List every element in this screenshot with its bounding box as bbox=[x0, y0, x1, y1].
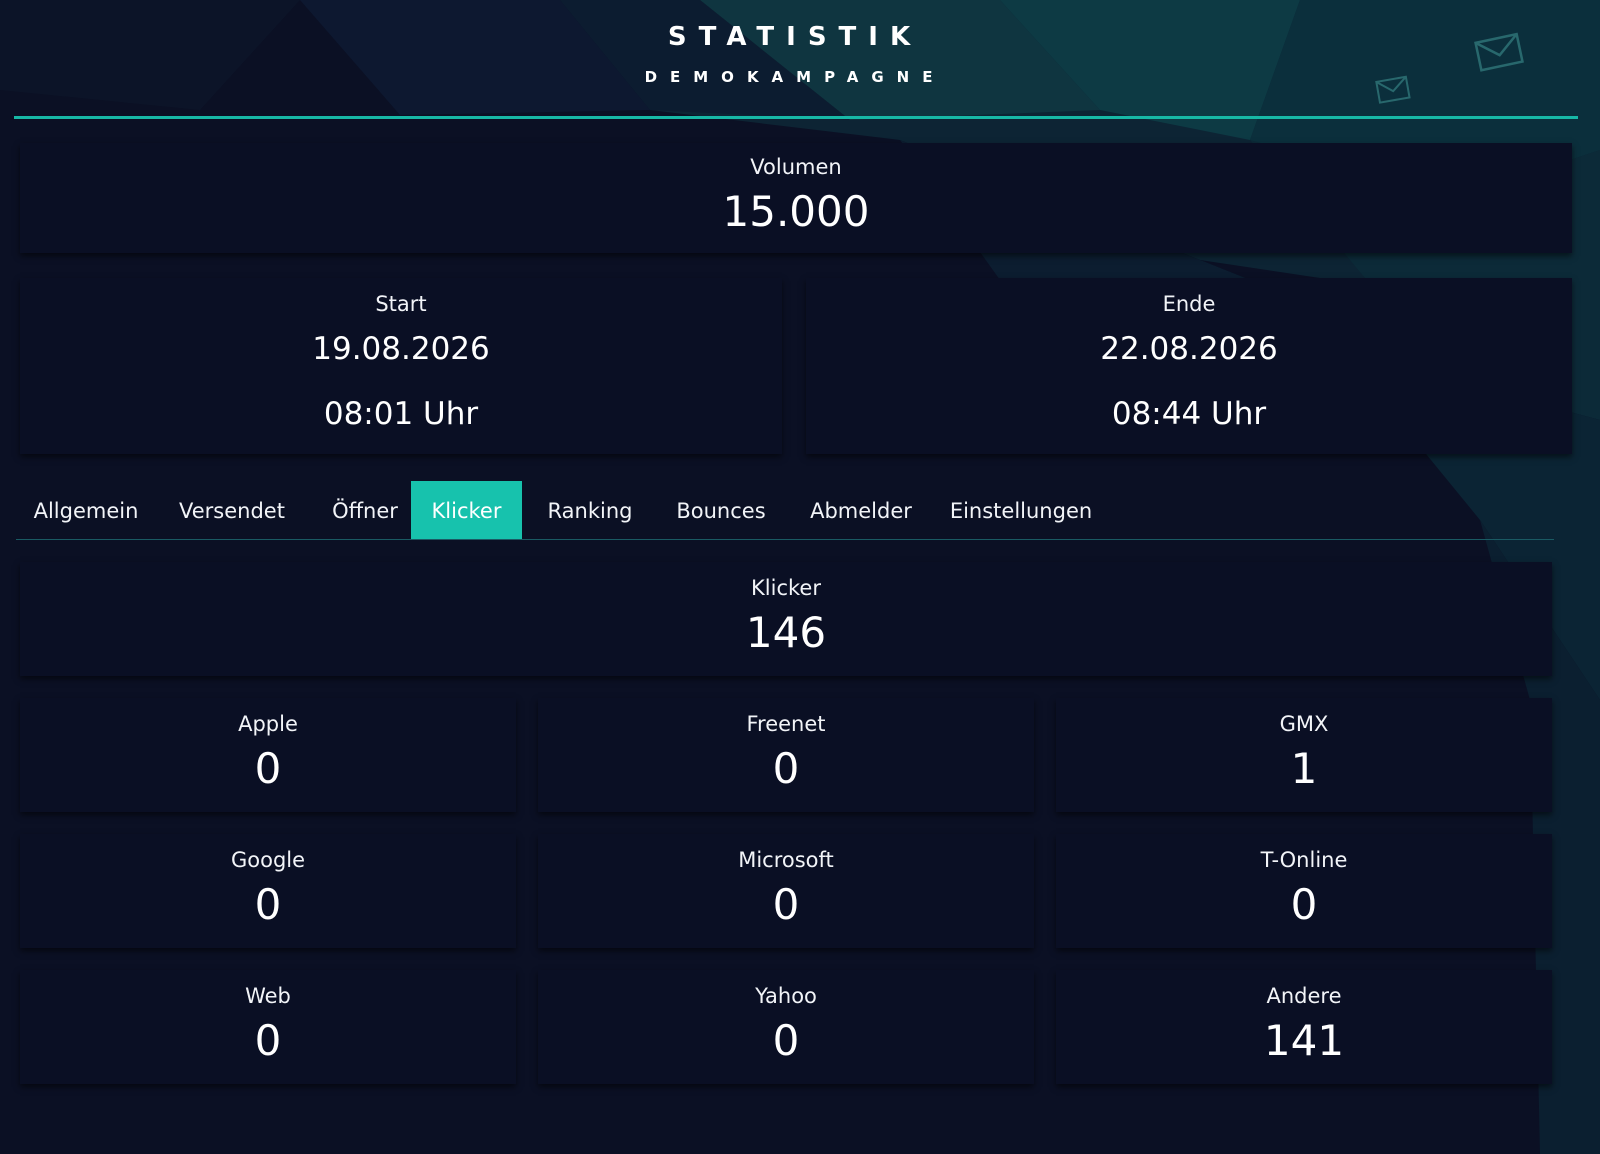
tab-bar: Allgemein Versendet Öffner Klicker Ranki… bbox=[16, 481, 1554, 540]
end-time: 08:44 Uhr bbox=[1111, 396, 1267, 432]
provider-label: Yahoo bbox=[755, 984, 817, 1008]
provider-value: 0 bbox=[772, 744, 800, 793]
tab-ranking[interactable]: Ranking bbox=[528, 481, 652, 539]
start-date: 19.08.2026 bbox=[312, 331, 490, 367]
clicker-total-label: Klicker bbox=[751, 576, 821, 600]
provider-card-microsoft: Microsoft 0 bbox=[538, 834, 1034, 948]
end-date: 22.08.2026 bbox=[1100, 331, 1278, 367]
start-time: 08:01 Uhr bbox=[323, 396, 479, 432]
tab-allgemein[interactable]: Allgemein bbox=[16, 481, 156, 539]
provider-value: 0 bbox=[772, 880, 800, 929]
clicker-total-value: 146 bbox=[745, 608, 827, 657]
campaign-name: DEMOKAMPAGNE bbox=[644, 68, 946, 86]
provider-value: 0 bbox=[254, 880, 282, 929]
provider-label: Apple bbox=[238, 712, 298, 736]
provider-value: 141 bbox=[1263, 1016, 1345, 1065]
tab-abmelder[interactable]: Abmelder bbox=[794, 481, 928, 539]
provider-card-gmx: GMX 1 bbox=[1056, 698, 1552, 812]
volume-value: 15.000 bbox=[722, 187, 870, 236]
tab-versendet[interactable]: Versendet bbox=[162, 481, 302, 539]
header-divider bbox=[14, 116, 1578, 119]
provider-value: 0 bbox=[254, 744, 282, 793]
end-label: Ende bbox=[1162, 292, 1216, 316]
end-card: Ende 22.08.2026 08:44 Uhr bbox=[806, 278, 1572, 454]
provider-label: Google bbox=[230, 848, 306, 872]
start-label: Start bbox=[375, 292, 427, 316]
provider-label: Microsoft bbox=[738, 848, 834, 872]
provider-label: Freenet bbox=[746, 712, 826, 736]
provider-card-web: Web 0 bbox=[20, 970, 516, 1084]
volume-label: Volumen bbox=[750, 155, 842, 179]
statistics-page: STATISTIK DEMOKAMPAGNE Volumen 15.000 St… bbox=[0, 0, 1600, 1154]
tab-klicker[interactable]: Klicker bbox=[411, 481, 522, 539]
volume-card: Volumen 15.000 bbox=[20, 143, 1572, 253]
provider-label: T-Online bbox=[1260, 848, 1348, 872]
provider-card-yahoo: Yahoo 0 bbox=[538, 970, 1034, 1084]
start-card: Start 19.08.2026 08:01 Uhr bbox=[20, 278, 782, 454]
provider-value: 0 bbox=[772, 1016, 800, 1065]
provider-value: 0 bbox=[1290, 880, 1318, 929]
provider-label: Web bbox=[245, 984, 291, 1008]
tab-bounces[interactable]: Bounces bbox=[656, 481, 786, 539]
provider-value: 1 bbox=[1290, 744, 1318, 793]
provider-label: Andere bbox=[1266, 984, 1342, 1008]
provider-card-t-online: T-Online 0 bbox=[1056, 834, 1552, 948]
provider-value: 0 bbox=[254, 1016, 282, 1065]
clicker-total-card: Klicker 146 bbox=[20, 562, 1552, 676]
provider-card-google: Google 0 bbox=[20, 834, 516, 948]
provider-card-apple: Apple 0 bbox=[20, 698, 516, 812]
tab-oeffner[interactable]: Öffner bbox=[310, 481, 420, 539]
provider-label: GMX bbox=[1279, 712, 1329, 736]
tab-einstellungen[interactable]: Einstellungen bbox=[934, 481, 1108, 539]
provider-card-andere: Andere 141 bbox=[1056, 970, 1552, 1084]
provider-card-freenet: Freenet 0 bbox=[538, 698, 1034, 812]
page-title: STATISTIK bbox=[667, 22, 923, 52]
